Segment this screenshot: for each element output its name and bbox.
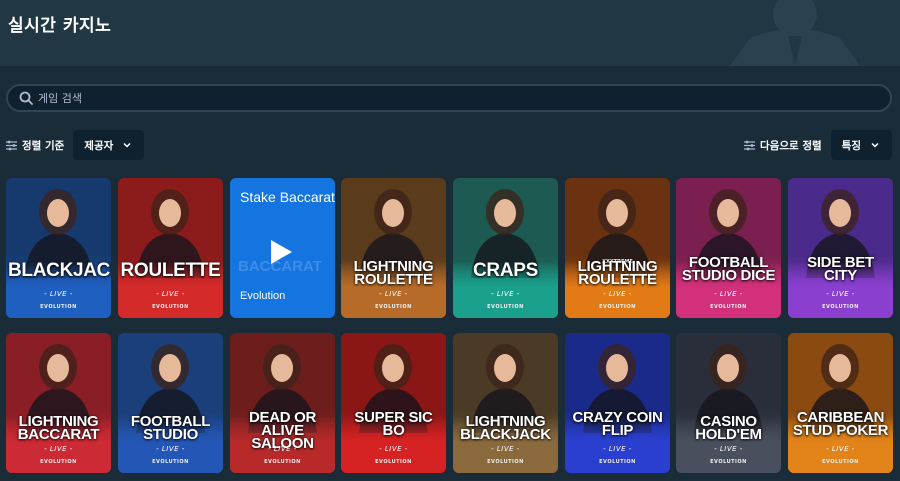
- game-live-label: - LIVE -: [714, 445, 743, 453]
- game-live-label: - LIVE -: [603, 445, 632, 453]
- play-icon: [271, 240, 292, 264]
- sort-by-group: 정렬 기준 제공자: [6, 130, 145, 160]
- game-title: LIGHTNING BLACKJACK: [460, 413, 551, 443]
- game-card[interactable]: XXXTREME LIGHTNING ROULETTE - LIVE - EVOLUT…: [565, 178, 670, 318]
- dealer-silhouette-icon: [730, 0, 860, 66]
- game-brand: EVOLUTION: [822, 304, 859, 310]
- game-card[interactable]: CRAZY COIN FLIP - LIVE - EVOLUTION: [565, 333, 670, 473]
- game-card[interactable]: CRAPS - LIVE - EVOLUTION: [453, 178, 558, 318]
- game-live-label: - LIVE -: [491, 445, 520, 453]
- game-title: BLACKJACK: [8, 260, 111, 281]
- game-title: SIDE BET CITY: [807, 254, 874, 284]
- game-live-label: - LIVE -: [44, 445, 73, 453]
- game-title: CRAPS: [472, 260, 538, 281]
- game-card[interactable]: SUPER SIC BO - LIVE - EVOLUTION: [341, 333, 446, 473]
- game-live-label: - LIVE -: [268, 445, 297, 453]
- game-brand: EVOLUTION: [375, 459, 412, 465]
- order-by-group: 다음으로 정렬 특징: [744, 130, 892, 160]
- game-card[interactable]: Stake Baccarat BACCARAT Evolution: [230, 178, 335, 318]
- order-by-label: 다음으로 정렬: [760, 139, 822, 152]
- order-dropdown[interactable]: 특징: [830, 130, 892, 160]
- provider-dropdown-value: 제공자: [84, 139, 114, 152]
- game-live-label: - LIVE -: [491, 290, 520, 298]
- game-provider: Evolution: [240, 290, 286, 302]
- search-input[interactable]: [38, 88, 878, 108]
- game-title: FOOTBALL STUDIO DICE: [681, 254, 776, 284]
- game-title: LIGHTNING ROULETTE: [577, 258, 658, 288]
- game-title: CRAZY COIN FLIP: [572, 409, 663, 439]
- page-title: 실시간 카지노: [8, 16, 112, 36]
- game-brand: EVOLUTION: [40, 459, 77, 465]
- game-live-label: - LIVE -: [714, 290, 743, 298]
- game-card[interactable]: BLACKJACK - LIVE - EVOLUTION: [6, 178, 111, 318]
- game-title: LIGHTNING BACCARAT: [17, 413, 100, 443]
- game-brand: EVOLUTION: [710, 304, 747, 310]
- game-title: FOOTBALL STUDIO: [130, 413, 211, 443]
- game-card[interactable]: LIGHTNING ROULETTE - LIVE - EVOLUTION: [341, 178, 446, 318]
- game-live-label: - LIVE -: [379, 445, 408, 453]
- game-card[interactable]: FOOTBALL STUDIO DICE - LIVE - EVOLUTION: [676, 178, 781, 318]
- search-icon: [19, 91, 33, 105]
- game-card[interactable]: LIGHTNING BLACKJACK - LIVE - EVOLUTION: [453, 333, 558, 473]
- sort-by-label: 정렬 기준: [22, 139, 65, 152]
- page-header: 실시간 카지노: [0, 0, 900, 66]
- game-brand: EVOLUTION: [822, 459, 859, 465]
- game-card[interactable]: DEAD OR ALIVE SALOON - LIVE - EVOLUTION: [230, 333, 335, 473]
- game-card[interactable]: CARIBBEAN STUD POKER - LIVE - EVOLUTION: [788, 333, 893, 473]
- game-live-label: - LIVE -: [603, 290, 632, 298]
- game-title: Stake Baccarat: [240, 189, 335, 205]
- game-live-label: - LIVE -: [156, 445, 185, 453]
- game-card[interactable]: ROULETTE - LIVE - EVOLUTION: [118, 178, 223, 318]
- chevron-down-icon: [871, 142, 879, 148]
- game-brand: EVOLUTION: [375, 304, 412, 310]
- game-brand: EVOLUTION: [599, 459, 636, 465]
- sliders-icon: [6, 140, 17, 150]
- game-title: CASINO HOLD'EM: [695, 413, 762, 443]
- chevron-down-icon: [123, 142, 131, 148]
- provider-dropdown[interactable]: 제공자: [73, 130, 145, 160]
- game-title: CARIBBEAN STUD POKER: [792, 409, 889, 439]
- game-brand: EVOLUTION: [599, 304, 636, 310]
- game-brand: EVOLUTION: [264, 459, 301, 465]
- game-brand: EVOLUTION: [40, 304, 77, 310]
- search-bar[interactable]: [6, 84, 892, 112]
- game-live-label: - LIVE -: [826, 290, 855, 298]
- game-live-label: - LIVE -: [826, 445, 855, 453]
- game-live-label: - LIVE -: [44, 290, 73, 298]
- game-card[interactable]: CASINO HOLD'EM - LIVE - EVOLUTION: [676, 333, 781, 473]
- game-brand: EVOLUTION: [152, 459, 189, 465]
- game-brand: EVOLUTION: [487, 304, 524, 310]
- game-title: SUPER SIC BO: [354, 409, 433, 439]
- sliders-icon: [744, 140, 756, 150]
- order-dropdown-value: 특징: [841, 139, 861, 152]
- game-live-label: - LIVE -: [156, 290, 185, 298]
- game-brand: EVOLUTION: [487, 459, 524, 465]
- game-live-label: - LIVE -: [379, 290, 408, 298]
- game-brand: EVOLUTION: [152, 304, 189, 310]
- game-card[interactable]: SIDE BET CITY - LIVE - EVOLUTION: [788, 178, 893, 318]
- game-title: LIGHTNING ROULETTE: [353, 258, 434, 288]
- game-card[interactable]: FOOTBALL STUDIO - LIVE - EVOLUTION: [118, 333, 223, 473]
- game-title: ROULETTE: [120, 260, 221, 281]
- game-card[interactable]: LIGHTNING BACCARAT - LIVE - EVOLUTION: [6, 333, 111, 473]
- game-brand: EVOLUTION: [710, 459, 747, 465]
